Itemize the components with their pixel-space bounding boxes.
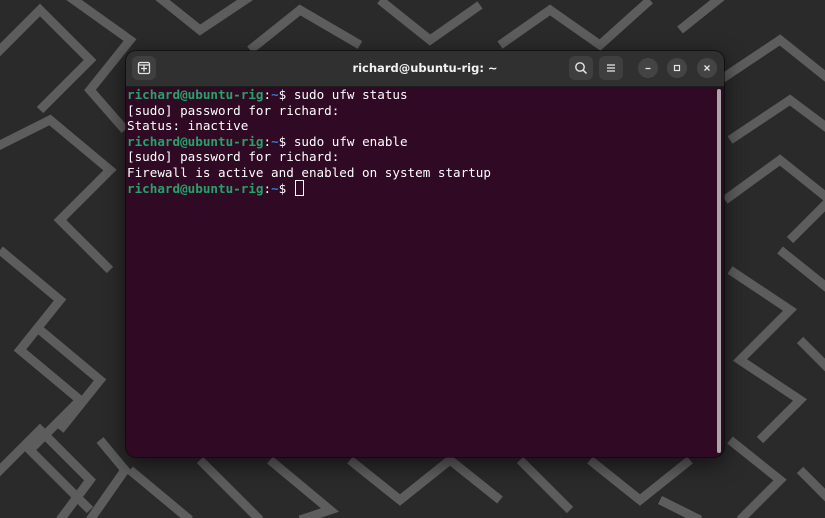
- maximize-icon: [673, 64, 681, 72]
- output-text: [sudo] password for richard:: [127, 102, 340, 118]
- scrollbar[interactable]: [717, 89, 721, 453]
- output-line: Firewall is active and enabled on system…: [127, 165, 717, 181]
- terminal-output[interactable]: richard@ubuntu-rig:~$ sudo ufw status [su…: [126, 87, 717, 457]
- prompt-separator: :: [263, 181, 272, 196]
- prompt-line: richard@ubuntu-rig:~$ sudo ufw status: [127, 87, 717, 103]
- hamburger-menu-icon: [607, 64, 615, 72]
- prompt-user-host: richard@ubuntu-rig: [127, 181, 264, 196]
- output-line: [sudo] password for richard:: [127, 103, 717, 119]
- output-text: Firewall is active and enabled on system…: [127, 164, 491, 180]
- prompt-path: ~: [271, 181, 279, 196]
- prompt-line: richard@ubuntu-rig:~$ sudo ufw enable: [127, 134, 717, 150]
- text-cursor: [294, 180, 304, 196]
- header-bar: richard@ubuntu-rig: ~: [126, 51, 724, 87]
- close-button[interactable]: [697, 58, 717, 78]
- prompt-line: richard@ubuntu-rig:~$: [127, 180, 717, 196]
- prompt-user-host: richard@ubuntu-rig: [127, 87, 264, 102]
- close-icon: [704, 65, 710, 71]
- prompt-separator: :: [263, 87, 272, 102]
- prompt-separator: :: [263, 133, 272, 149]
- prompt-path: ~: [271, 87, 279, 102]
- prompt-user-host: richard@ubuntu-rig: [127, 133, 264, 149]
- prompt-path: ~: [271, 133, 279, 149]
- output-text: Status: inactive: [127, 118, 249, 133]
- new-tab-icon: [137, 61, 151, 75]
- command-text: sudo ufw status: [293, 87, 408, 102]
- window-title: richard@ubuntu-rig: ~: [352, 61, 498, 75]
- command-text: sudo ufw enable: [293, 133, 408, 149]
- prompt-symbol: $: [278, 133, 294, 149]
- menu-button[interactable]: [599, 56, 623, 80]
- minimize-icon: [645, 67, 651, 70]
- output-line: [sudo] password for richard:: [127, 149, 717, 165]
- output-line: Status: inactive: [127, 118, 717, 134]
- prompt-symbol: $: [278, 87, 294, 102]
- search-button[interactable]: [569, 56, 593, 80]
- terminal-window: richard@ubuntu-rig: ~ richard@ubuntu-rig…: [126, 51, 724, 457]
- search-icon: [575, 62, 588, 75]
- maximize-button[interactable]: [667, 58, 687, 78]
- prompt-symbol: $: [278, 181, 294, 196]
- minimize-button[interactable]: [638, 58, 658, 78]
- new-tab-button[interactable]: [132, 56, 156, 80]
- output-text: [sudo] password for richard:: [127, 149, 340, 164]
